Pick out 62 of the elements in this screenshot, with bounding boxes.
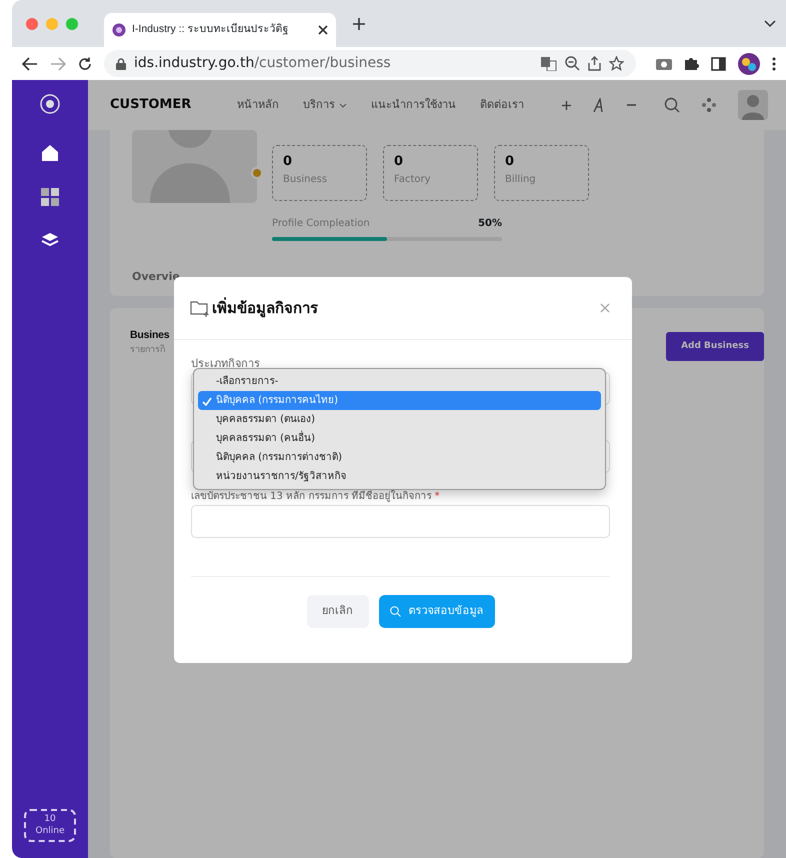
puzzle-icon[interactable] xyxy=(684,56,699,71)
field-label: เลขบัตรประชาชน 13 หลัก กรรมการ ที่มีชื่ออยู่ในกิจการ * xyxy=(191,490,441,503)
camera-icon[interactable] xyxy=(656,57,672,70)
online-counter: 10 Online xyxy=(24,808,76,842)
browser-tab[interactable]: I-Industry :: ระบบทะเบียนประวัติฐ xyxy=(104,13,336,47)
required-mark: * xyxy=(434,491,440,502)
stat-value: 0 xyxy=(394,153,404,171)
dropdown-option[interactable]: -เลือกรายการ- xyxy=(198,372,601,391)
stat-label: Billing xyxy=(505,172,537,186)
search-icon[interactable] xyxy=(664,97,680,113)
nav-link[interactable]: ติดต่อเรา xyxy=(480,96,524,114)
layers-icon[interactable] xyxy=(41,232,59,248)
address-bar[interactable]: ids.industry.go.th/customer/business xyxy=(104,50,636,77)
nav-link[interactable]: บริการ xyxy=(303,96,348,114)
minus-icon[interactable] xyxy=(627,104,636,106)
zoom-out-icon[interactable] xyxy=(565,56,580,71)
add-business-button[interactable]: Add Business xyxy=(666,332,764,361)
dropdown-option[interactable]: บุคคลธรรมดา (คนอื่น) xyxy=(198,429,601,448)
logo-icon[interactable] xyxy=(40,94,60,114)
plus-icon[interactable] xyxy=(562,100,571,110)
card-subtitle: รายการกิ xyxy=(130,343,166,356)
lock-icon xyxy=(116,58,126,70)
card-title: Busines xyxy=(130,328,170,342)
search-icon xyxy=(390,606,400,617)
tab-title: I-Industry :: ระบบทะเบียนประวัติฐ xyxy=(132,22,290,38)
share-icon[interactable] xyxy=(588,56,601,71)
id-number-field[interactable] xyxy=(191,505,610,538)
dots-icon[interactable] xyxy=(702,98,716,112)
more-icon[interactable] xyxy=(772,56,776,70)
grid-icon[interactable] xyxy=(41,188,59,206)
home-icon[interactable] xyxy=(41,144,59,162)
folder-plus-icon xyxy=(190,299,210,317)
check-icon xyxy=(202,397,212,406)
stat-value: 0 xyxy=(505,153,516,171)
stat-label: Business xyxy=(283,172,328,186)
new-tab-icon[interactable] xyxy=(352,16,366,30)
chevron-down-icon[interactable] xyxy=(764,20,776,28)
favicon-icon xyxy=(112,23,126,37)
field-label: ประเภทกิจการ xyxy=(191,356,261,372)
back-icon[interactable] xyxy=(22,56,38,70)
brand-title: CUSTOMER xyxy=(110,96,192,114)
nav-link[interactable]: แนะนำการใช้งาน xyxy=(371,96,456,114)
url-text: ids.industry.go.th/customer/business xyxy=(134,54,392,73)
dropdown-option[interactable]: หน่วยงานราชการ/รัฐวิสาหกิจ xyxy=(198,467,601,486)
font-size-icon[interactable] xyxy=(593,98,605,112)
progress-value: 50% xyxy=(478,217,502,231)
cancel-button[interactable]: ยกเลิก xyxy=(306,595,368,628)
star-icon[interactable] xyxy=(609,56,624,71)
profile-icon[interactable] xyxy=(738,52,760,74)
stat-value: 0 xyxy=(283,153,294,171)
dropdown-option[interactable]: นิติบุคคล (กรรมการต่างชาติ) xyxy=(198,448,601,467)
dropdown-option[interactable]: นิติบุคคล (กรรมการคนไทย) xyxy=(198,391,601,410)
sidebar-icon[interactable] xyxy=(711,56,726,70)
status-dot xyxy=(251,167,263,179)
nav-link[interactable]: หน้าหลัก xyxy=(237,96,280,114)
progress-label: Profile Compleation xyxy=(272,217,370,231)
dropdown-option[interactable]: บุคคลธรรมดา (ตนเอง) xyxy=(198,410,601,429)
translate-icon[interactable] xyxy=(541,56,557,70)
modal-title: เพิ่มข้อมูลกิจการ xyxy=(212,296,319,320)
close-icon[interactable] xyxy=(318,25,328,35)
stat-label: Factory xyxy=(394,172,432,186)
reload-icon[interactable] xyxy=(78,56,92,70)
